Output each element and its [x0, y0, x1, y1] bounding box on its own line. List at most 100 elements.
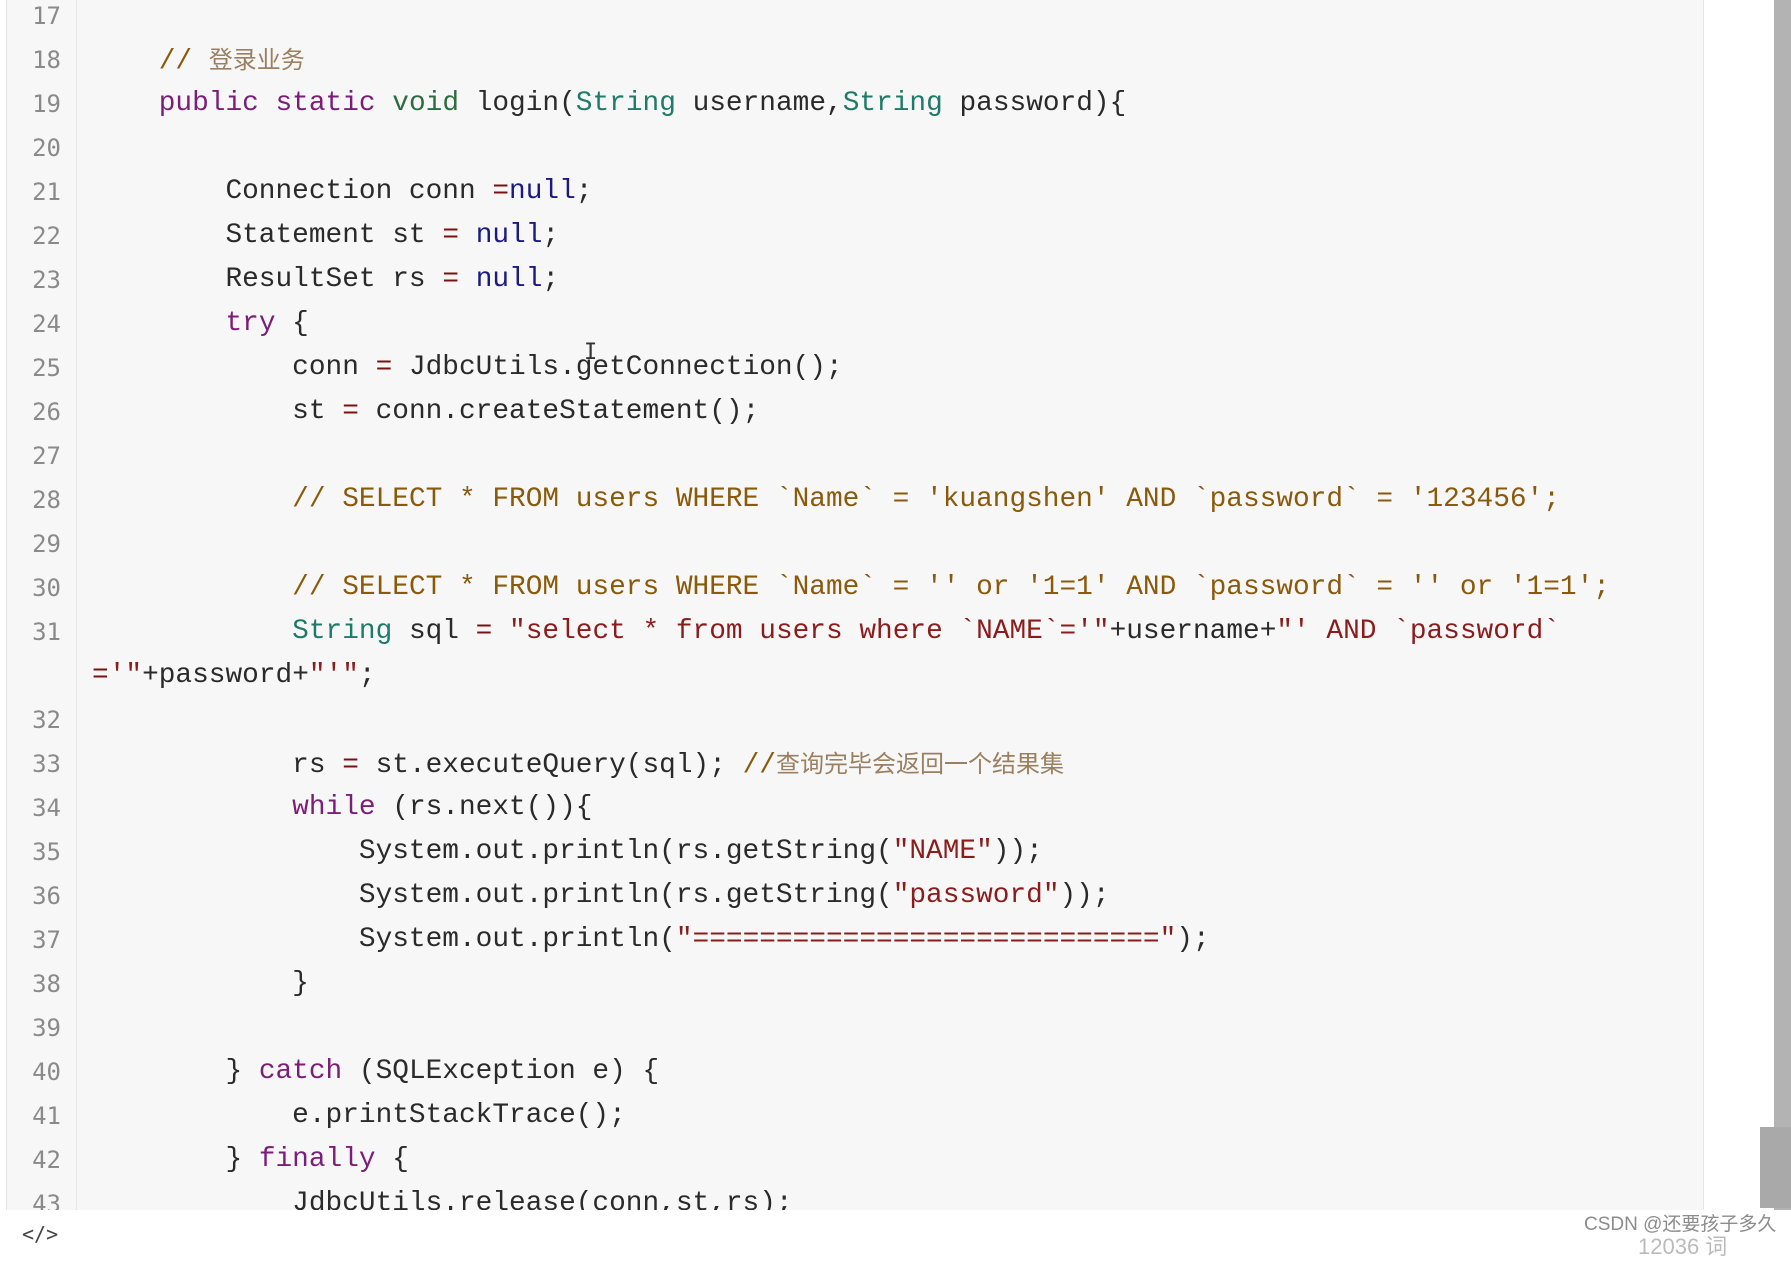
- code-token: );: [1176, 924, 1210, 955]
- line-number: 37: [32, 926, 61, 954]
- line-number: 17: [32, 2, 61, 30]
- code-token: "'": [308, 660, 359, 691]
- line-number: 20: [32, 134, 61, 162]
- code-token: st.executeQuery(sql);: [358, 750, 743, 781]
- code-token: =: [92, 660, 109, 691]
- code-token: Statement st: [92, 220, 443, 251]
- line-number: 34: [32, 794, 61, 822]
- code-token: ;: [542, 220, 560, 251]
- vertical-scrollbar-thumb[interactable]: [1760, 1127, 1791, 1208]
- code-text: System.out.println(rs.getString("passwor…: [92, 874, 1110, 918]
- code-token: (rs.next()){: [375, 792, 593, 823]
- code-text: }: [92, 962, 309, 1006]
- code-token: st: [92, 396, 343, 427]
- code-token: "NAME": [892, 836, 993, 867]
- code-token: null: [475, 264, 543, 295]
- code-line[interactable]: 33 rs = st.executeQuery(sql); //查询完毕会返回一…: [7, 742, 1697, 786]
- code-token: }: [92, 1144, 259, 1175]
- code-token: (SQLException e) {: [342, 1056, 660, 1087]
- code-line[interactable]: 25 conn = JdbcUtils.getConnection();: [7, 346, 1697, 390]
- code-token: e.printStackTrace();: [92, 1100, 626, 1131]
- code-token: System.out.println(rs.getString(: [92, 836, 893, 867]
- line-number: 23: [32, 266, 61, 294]
- code-line[interactable]: 34 while (rs.next()){: [7, 786, 1697, 830]
- code-token: =: [442, 264, 459, 295]
- code-line[interactable]: 35 System.out.println(rs.getString("NAME…: [7, 830, 1697, 874]
- code-line[interactable]: 40 } catch (SQLException e) {: [7, 1050, 1697, 1094]
- code-text: conn = JdbcUtils.getConnection();: [92, 346, 843, 390]
- code-line[interactable]: 17: [7, 0, 1697, 38]
- code-token: {: [375, 1144, 409, 1175]
- line-number: 19: [32, 90, 61, 118]
- text-cursor-icon: I: [584, 340, 598, 365]
- code-line[interactable]: 29: [7, 522, 1697, 566]
- code-line[interactable]: 32: [7, 698, 1697, 742]
- code-line[interactable]: 20: [7, 126, 1697, 170]
- code-text: try {: [92, 302, 308, 346]
- code-token: password){: [942, 88, 1127, 119]
- code-line[interactable]: 26 st = conn.createStatement();: [7, 390, 1697, 434]
- code-line[interactable]: 41 e.printStackTrace();: [7, 1094, 1697, 1138]
- line-number: 31: [32, 618, 61, 646]
- code-line[interactable]: 21 Connection conn =null;: [7, 170, 1697, 214]
- code-token: +password+: [142, 660, 309, 691]
- code-text: // 登录业务: [92, 38, 305, 84]
- code-token: }: [92, 968, 309, 999]
- code-line[interactable]: ='"+password+"'";: [7, 654, 1697, 698]
- line-number: 40: [32, 1058, 61, 1086]
- code-token: catch: [258, 1056, 343, 1087]
- code-line[interactable]: 22 Statement st = null;: [7, 214, 1697, 258]
- code-text: Connection conn =null;: [92, 170, 592, 214]
- line-number: 41: [32, 1102, 61, 1130]
- code-line[interactable]: 23 ResultSet rs = null;: [7, 258, 1697, 302]
- code-token: finally: [258, 1144, 376, 1175]
- code-text: ='"+password+"'";: [92, 654, 376, 698]
- line-number: 30: [32, 574, 61, 602]
- line-number: 27: [32, 442, 61, 470]
- code-text: } catch (SQLException e) {: [92, 1050, 659, 1094]
- code-token: //: [742, 750, 776, 781]
- code-line[interactable]: 18 // 登录业务: [7, 38, 1697, 82]
- line-number: 28: [32, 486, 61, 514]
- code-text: public static void login(String username…: [92, 82, 1127, 126]
- code-line[interactable]: 39: [7, 1006, 1697, 1050]
- code-text: rs = st.executeQuery(sql); //查询完毕会返回一个结果…: [92, 742, 1064, 788]
- code-token: ));: [992, 836, 1043, 867]
- code-line[interactable]: 27: [7, 434, 1697, 478]
- code-token: sql: [392, 616, 476, 647]
- line-number: 36: [32, 882, 61, 910]
- code-line[interactable]: 19 public static void login(String usern…: [7, 82, 1697, 126]
- vertical-scrollbar-track[interactable]: [1774, 0, 1791, 1210]
- code-token: }: [92, 1056, 259, 1087]
- line-number: 35: [32, 838, 61, 866]
- code-line[interactable]: 42 } finally {: [7, 1138, 1697, 1182]
- code-token: "password": [892, 880, 1060, 911]
- code-token: // SELECT * FROM users WHERE `Name` = ''…: [292, 572, 1610, 603]
- code-line[interactable]: 43 JdbcUtils.release(conn,st,rs);: [7, 1182, 1697, 1210]
- code-token: =: [442, 220, 459, 251]
- code-line[interactable]: 37 System.out.println("=================…: [7, 918, 1697, 962]
- code-token: ;: [358, 660, 376, 691]
- code-line[interactable]: 24 try {: [7, 302, 1697, 346]
- code-token: "' AND `password`: [1276, 616, 1560, 647]
- code-icon[interactable]: </>: [22, 1222, 58, 1246]
- code-token: //: [158, 46, 209, 77]
- code-text: String sql = "select * from users where …: [92, 610, 1560, 654]
- line-number: 42: [32, 1146, 61, 1174]
- code-line[interactable]: 36 System.out.println(rs.getString("pass…: [7, 874, 1697, 918]
- code-line[interactable]: 31 String sql = "select * from users whe…: [7, 610, 1697, 654]
- code-editor[interactable]: 17 18 // 登录业务 19 public static void login(…: [6, 0, 1704, 1210]
- line-number: 38: [32, 970, 61, 998]
- code-token: JdbcUtils.release(conn,st,rs);: [92, 1188, 793, 1210]
- code-line[interactable]: 28 // SELECT * FROM users WHERE `Name` =…: [7, 478, 1697, 522]
- code-token: =: [492, 176, 510, 207]
- code-line[interactable]: 30 // SELECT * FROM users WHERE `Name` =…: [7, 566, 1697, 610]
- code-token: =: [342, 396, 359, 427]
- code-token: void: [392, 88, 460, 119]
- code-line[interactable]: 38 }: [7, 962, 1697, 1006]
- line-number: 32: [32, 706, 61, 734]
